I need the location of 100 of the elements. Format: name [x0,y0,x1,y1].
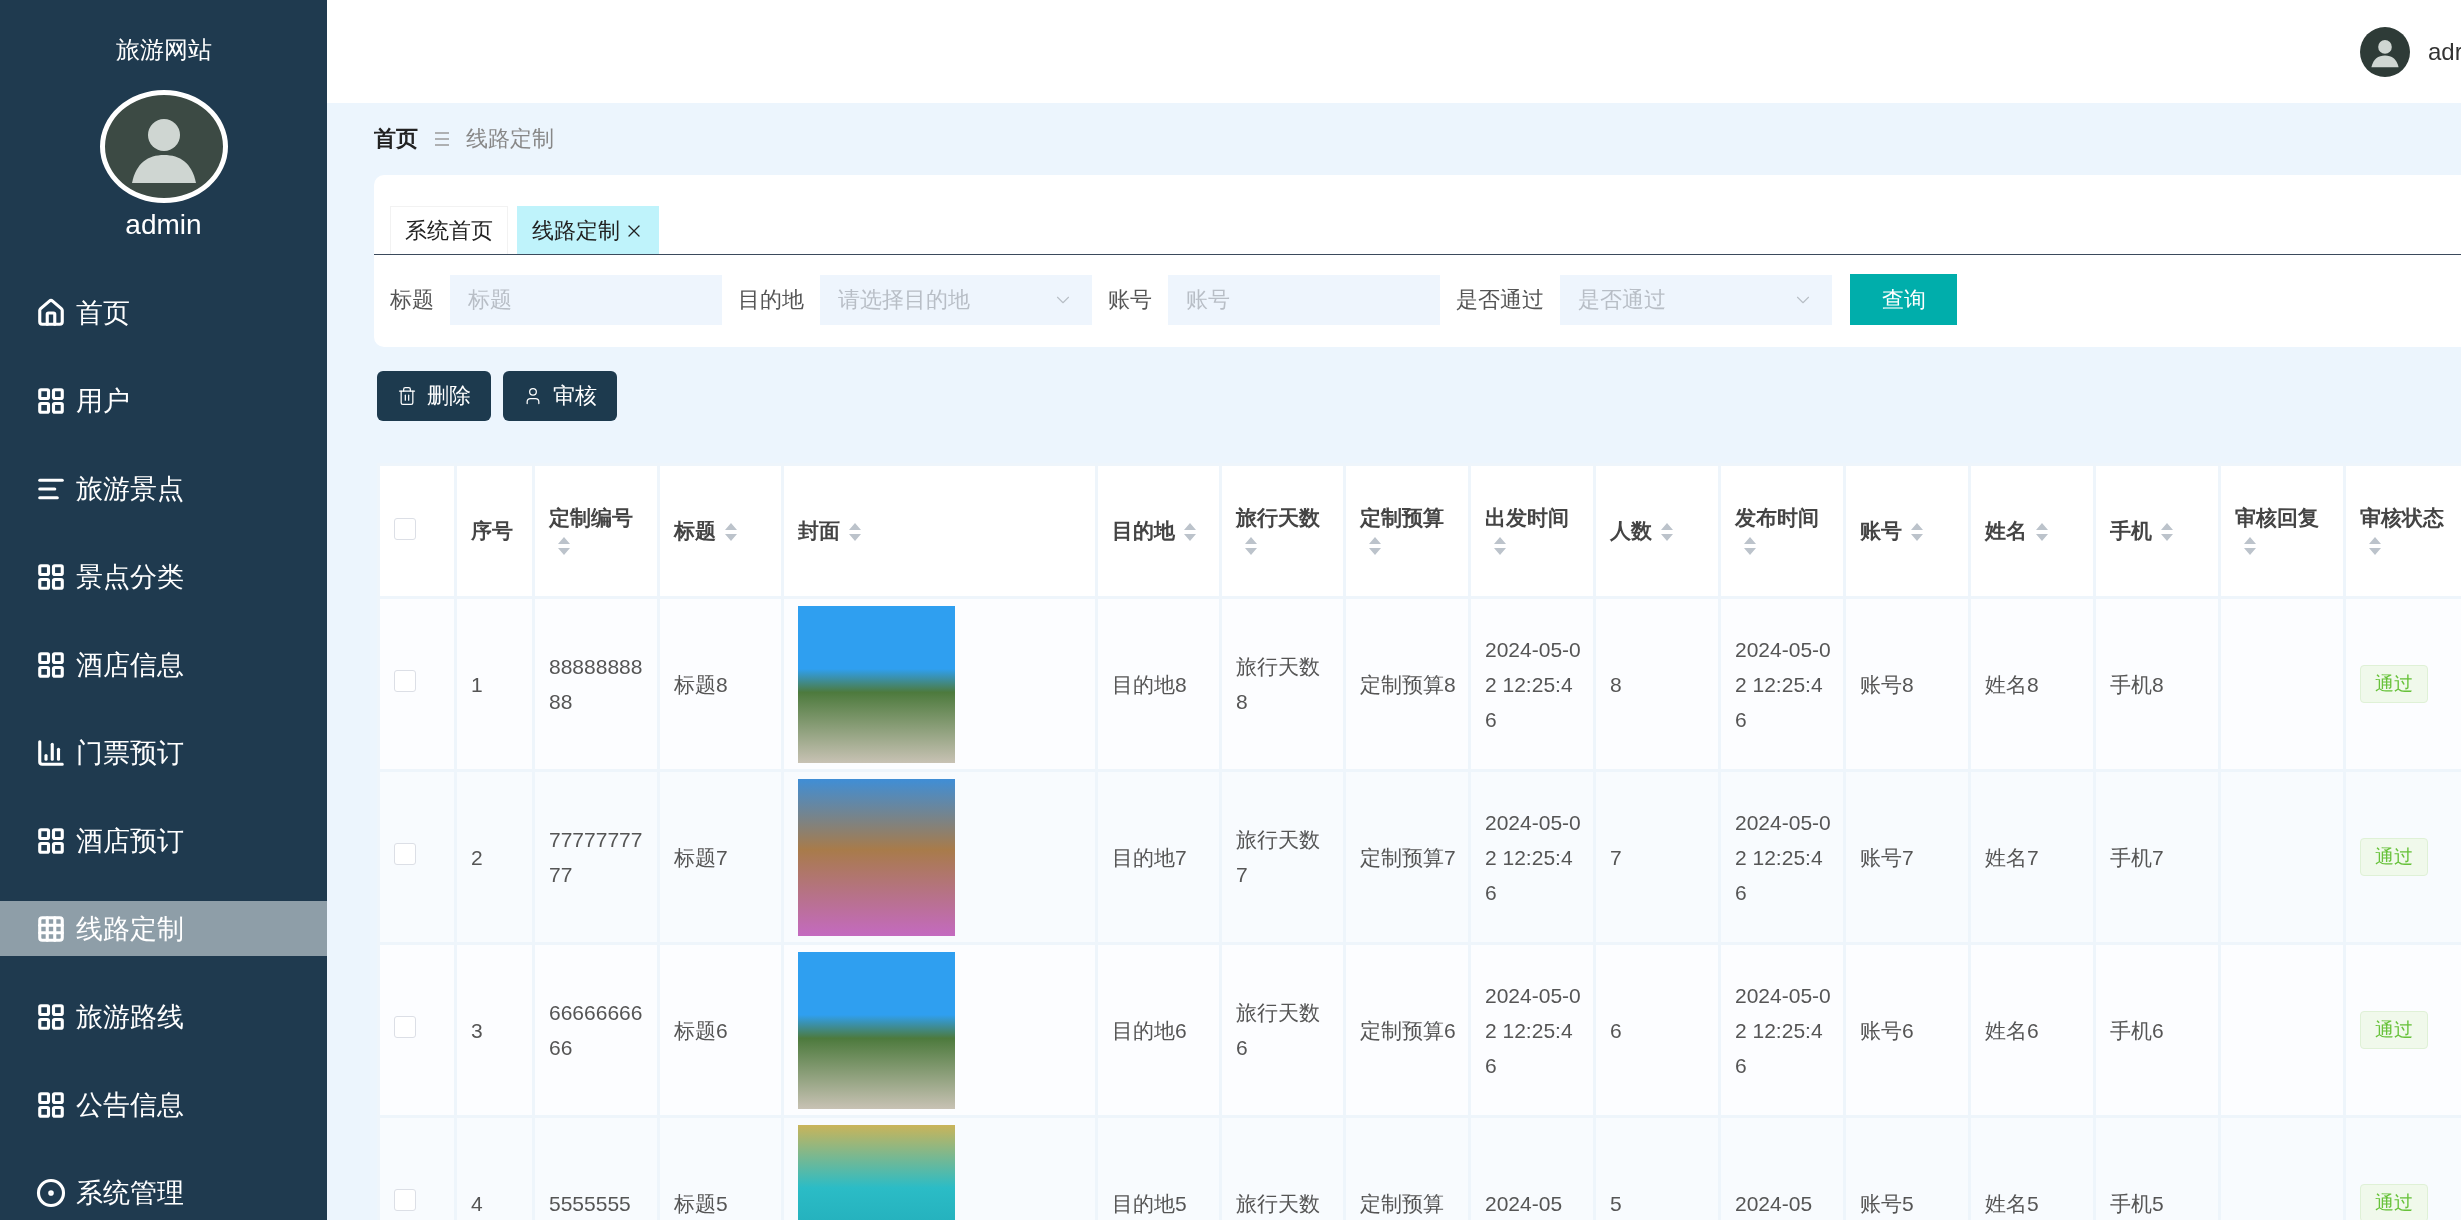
table-cell-text: 姓名6 [1985,1018,2039,1042]
sidebar-item[interactable]: 酒店预订 [0,813,327,868]
table-cell-text: 8888888888 [549,655,643,713]
checkbox[interactable] [394,669,416,692]
table-cell-text: 2024-05-02 12:25:46 [1735,983,1831,1077]
sidebar-item[interactable]: 旅游景点 [0,461,327,516]
column-header[interactable]: 定制编号 [533,464,659,598]
table-cell-text: 7777777777 [549,828,643,886]
column-header[interactable]: 定制预算 [1344,464,1470,598]
column-header[interactable]: 旅行天数 [1220,464,1345,598]
column-header[interactable]: 标题 [658,464,783,598]
delete-button[interactable]: 删除 [377,371,491,421]
page-tab[interactable]: 系统首页 [390,206,508,254]
table-cell-text: 定制预算 [1360,1191,1444,1215]
page-tab[interactable]: 线路定制 [517,206,659,254]
table-cell-text: 3 [471,1018,483,1042]
table-cell-text: 4 [471,1191,483,1215]
table-cell-text: 6666666666 [549,1001,643,1059]
checkbox[interactable] [394,1015,416,1038]
table-cell-text: 2 [471,845,483,869]
table-cell-text: 姓名8 [1985,672,2039,696]
column-header[interactable]: 人数 [1594,464,1720,598]
menu-icon [36,297,66,328]
column-header: 序号 [455,464,534,598]
sidebar-item[interactable]: 旅游路线 [0,989,327,1044]
status-tag: 通过 [2360,665,2428,703]
column-header[interactable]: 手机 [2094,464,2220,598]
filter-label: 标题 [390,285,434,314]
breadcrumb-item: 线路定制 [466,125,554,153]
table-cell-text: 目的地8 [1112,672,1187,696]
audit-button[interactable]: 审核 [503,371,617,421]
table-cell-text: 标题7 [674,845,728,869]
sidebar-item[interactable]: 公告信息 [0,1077,327,1132]
table-cell-text: 2024-05-02 12:25:46 [1735,810,1831,904]
menu-icon [36,1089,66,1120]
table-cell-text: 8 [1610,672,1622,696]
filter-label: 账号 [1108,285,1152,314]
table-cell-text: 2024-05-02 12:25:46 [1485,637,1581,731]
sidebar-item[interactable]: 系统管理 [0,1165,327,1220]
status-tag: 通过 [2360,1011,2428,1049]
column-header[interactable]: 账号 [1844,464,1970,598]
sidebar-item[interactable]: 首页 [0,285,327,340]
menu-icon [36,649,66,680]
column-header[interactable]: 目的地 [1096,464,1221,598]
column-header[interactable]: 姓名 [1969,464,2095,598]
table-cell-text: 旅行天数 [1236,1191,1320,1215]
table-cell-text: 账号6 [1860,1018,1914,1042]
table-cell-text: 手机7 [2110,845,2164,869]
table-cell-text: 2024-05 [1485,1191,1563,1215]
table-cell-text: 5555555 [549,1191,631,1215]
table-cell-text: 定制预算8 [1360,672,1456,696]
table-cell-text: 标题5 [674,1191,728,1215]
table-cell-text: 账号8 [1860,672,1914,696]
checkbox[interactable] [394,517,416,540]
table-cell-text: 定制预算6 [1360,1018,1456,1042]
sidebar-item[interactable]: 酒店信息 [0,637,327,692]
breadcrumb-item[interactable]: 首页 [374,124,418,154]
table-cell-text: 姓名5 [1985,1191,2039,1215]
table-cell-text: 姓名7 [1985,845,2039,869]
table-cell-text: 标题8 [674,672,728,696]
menu-icon [36,385,66,416]
checkbox[interactable] [394,1188,416,1211]
menu-icon [36,737,66,768]
table-cell-text: 2024-05-02 12:25:46 [1485,810,1581,904]
table-cell-text: 5 [1610,1191,1622,1215]
table-cell-text: 7 [1610,845,1622,869]
column-header[interactable]: 出发时间 [1469,464,1595,598]
table-cell-text: 账号7 [1860,845,1914,869]
table-cell-text: 旅行天数6 [1236,1001,1320,1059]
filter-label: 目的地 [738,285,804,314]
table-cell-text: 账号5 [1860,1191,1914,1215]
table-cell-text: 目的地7 [1112,845,1187,869]
status-tag: 通过 [2360,1184,2428,1220]
filter-label: 是否通过 [1456,285,1544,314]
table-cell-text: 目的地5 [1112,1191,1187,1215]
user-name: admin [125,209,202,241]
menu-icon [36,913,66,944]
separator-icon [434,132,450,146]
column-header[interactable]: 发布时间 [1719,464,1845,598]
sidebar-item[interactable]: 用户 [0,373,327,428]
table-cell-text: 旅行天数7 [1236,828,1320,886]
table-cell-text: 1 [471,672,483,696]
table-cell-text: 2024-05-02 12:25:46 [1735,637,1831,731]
table-cell-text: 手机8 [2110,672,2164,696]
checkbox[interactable] [394,842,416,865]
sidebar-item[interactable]: 景点分类 [0,549,327,604]
site-title: 旅游网站 [115,35,212,65]
table-cell-text: 旅行天数8 [1236,655,1320,713]
table-cell-text: 目的地6 [1112,1018,1187,1042]
user-avatar[interactable] [2360,26,2410,77]
sidebar-item[interactable]: 门票预订 [0,725,327,780]
menu-icon [36,561,66,592]
trash-icon [397,386,417,406]
table-cell-text: 标题6 [674,1018,728,1042]
table-cell-text: 手机5 [2110,1191,2164,1215]
menu-icon [36,1001,66,1032]
column-header[interactable]: 审核回复 [2219,464,2345,598]
table-cell-text: 2024-05 [1735,1191,1813,1215]
table-cell-text: 6 [1610,1018,1622,1042]
table-cell-text: 2024-05-02 12:25:46 [1485,983,1581,1077]
